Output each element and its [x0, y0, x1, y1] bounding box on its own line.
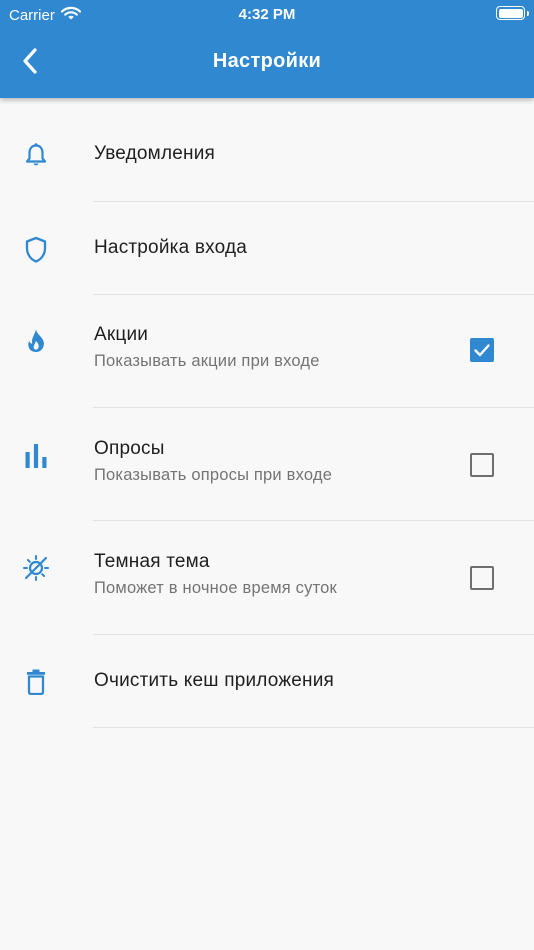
bar-chart-icon	[22, 442, 50, 470]
settings-item-title: Уведомления	[94, 143, 215, 164]
navigation-bar: Настройки	[0, 28, 534, 98]
status-time: 4:32 PM	[238, 6, 296, 23]
settings-item-subtitle: Показывать акции при входе	[94, 352, 320, 370]
divider	[93, 727, 534, 728]
battery-icon	[496, 6, 529, 20]
polls-checkbox[interactable]	[470, 453, 494, 477]
settings-item-subtitle: Поможет в ночное время суток	[94, 579, 337, 597]
dark-theme-checkbox[interactable]	[470, 566, 494, 590]
page-title: Настройки	[212, 50, 322, 72]
dark-theme-icon	[22, 554, 50, 582]
settings-item-title: Темная тема	[94, 551, 210, 572]
settings-item-promotions[interactable]: Акции Показывать акции при входе	[0, 295, 534, 408]
status-bar: Carrier 4:32 PM	[0, 0, 534, 28]
settings-item-dark-theme[interactable]: Темная тема Поможет в ночное время суток	[0, 521, 534, 635]
bell-icon	[22, 141, 50, 169]
settings-item-title: Очистить кеш приложения	[94, 670, 334, 691]
settings-item-clear-cache[interactable]: Очистить кеш приложения	[0, 635, 534, 728]
settings-item-title: Опросы	[94, 438, 165, 459]
settings-item-title: Акции	[94, 324, 149, 345]
trash-icon	[22, 668, 50, 696]
settings-list: Уведомления Настройка входа Акции Показы…	[0, 98, 534, 728]
promotions-checkbox[interactable]	[470, 338, 494, 362]
settings-item-subtitle: Показывать опросы при входе	[94, 466, 333, 484]
settings-item-title: Настройка входа	[94, 237, 247, 258]
settings-item-polls[interactable]: Опросы Показывать опросы при входе	[0, 408, 534, 521]
app-bar: Carrier 4:32 PM Настройки	[0, 0, 534, 98]
settings-item-login[interactable]: Настройка входа	[0, 202, 534, 295]
shield-icon	[22, 236, 50, 264]
fire-icon	[22, 327, 50, 355]
settings-item-notifications[interactable]: Уведомления	[0, 98, 534, 202]
